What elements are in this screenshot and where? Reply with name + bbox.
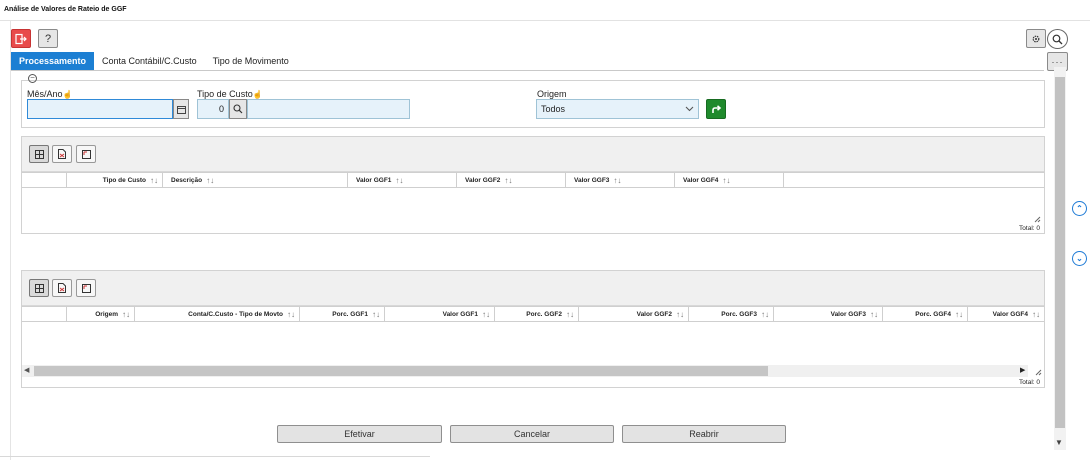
scroll-top-button[interactable]: ⌃: [1072, 201, 1087, 216]
tab-conta-contabil[interactable]: Conta Contábil/C.Custo: [94, 52, 205, 70]
column-header[interactable]: Valor GGF1 ↑↓: [348, 173, 457, 187]
expand-icon: [81, 283, 91, 293]
sort-icon[interactable]: ↑↓: [870, 310, 878, 319]
grid-1-total: Total: 0: [1019, 225, 1040, 232]
scroll-bottom-button[interactable]: ⌄: [1072, 251, 1087, 266]
bottom-divider: [0, 456, 430, 457]
origem-selected-value: Todos: [541, 104, 566, 114]
resize-handle-icon[interactable]: [1035, 369, 1042, 376]
export-button[interactable]: [52, 145, 72, 163]
grid-view-button[interactable]: [29, 145, 49, 163]
file-export-icon: [58, 283, 66, 293]
column-header[interactable]: Porc. GGF4 ↑↓: [883, 307, 968, 321]
pointer-icon: ☝: [62, 90, 73, 99]
sort-icon[interactable]: ↑↓: [722, 176, 730, 185]
chevron-down-icon: [685, 106, 694, 112]
column-header[interactable]: Porc. GGF3 ↑↓: [689, 307, 774, 321]
grid-2-scroll-thumb[interactable]: [34, 366, 768, 376]
column-header[interactable]: Origem ↑↓: [67, 307, 135, 321]
window-title: Análise de Valores de Rateio de GGF: [4, 6, 127, 13]
expand-icon: [81, 149, 91, 159]
forward-arrow-icon: [711, 104, 721, 113]
scroll-down-icon[interactable]: ▼: [1055, 438, 1063, 447]
global-search-button[interactable]: [1047, 29, 1068, 49]
expand-button[interactable]: [76, 279, 96, 297]
grid-header-select: [22, 173, 67, 187]
tab-processamento[interactable]: Processamento: [11, 52, 95, 70]
tipo-custo-description: [247, 99, 410, 119]
sort-icon[interactable]: ↑↓: [395, 176, 403, 185]
cancelar-button[interactable]: Cancelar: [450, 425, 614, 443]
grid-2-toolbar: [22, 271, 1044, 306]
sort-icon[interactable]: ↑↓: [761, 310, 769, 319]
expand-button[interactable]: [76, 145, 96, 163]
sort-icon[interactable]: ↑↓: [566, 310, 574, 319]
execute-button[interactable]: [706, 99, 726, 119]
resize-handle-icon[interactable]: [1034, 216, 1041, 223]
search-icon: [233, 104, 243, 114]
column-header[interactable]: Descrição ↑↓: [163, 173, 348, 187]
sort-icon[interactable]: ↑↓: [955, 310, 963, 319]
tipo-custo-input[interactable]: 0: [197, 99, 229, 119]
mes-ano-input[interactable]: [27, 99, 173, 119]
reabrir-button[interactable]: Reabrir: [622, 425, 786, 443]
calendar-icon: [176, 105, 186, 114]
exit-icon: [15, 33, 27, 44]
sort-icon[interactable]: ↑↓: [613, 176, 621, 185]
sort-icon[interactable]: ↑↓: [150, 176, 158, 185]
table-icon: [34, 149, 44, 159]
column-header[interactable]: Valor GGF2 ↑↓: [457, 173, 566, 187]
page-scroll-thumb[interactable]: [1055, 77, 1065, 428]
help-button[interactable]: ?: [38, 29, 58, 48]
mes-ano-label: Mês/Ano☝: [27, 89, 73, 99]
sort-icon[interactable]: ↑↓: [482, 310, 490, 319]
grid-1-toolbar: [22, 137, 1044, 172]
tipo-custo-search-button[interactable]: [229, 99, 247, 119]
grid-1-header: Tipo de Custo ↑↓ Descrição ↑↓ Valor GGF1 ↑↓…: [22, 172, 1044, 188]
collapse-icon[interactable]: −: [28, 74, 37, 83]
column-header[interactable]: Valor GGF2 ↑↓: [579, 307, 689, 321]
pointer-icon: ☝: [252, 90, 263, 99]
sort-icon[interactable]: ↑↓: [1032, 310, 1040, 319]
calendar-button[interactable]: [173, 99, 189, 119]
origem-select[interactable]: Todos: [536, 99, 699, 119]
column-header[interactable]: Valor GGF4 ↑↓: [675, 173, 784, 187]
column-header[interactable]: Valor GGF3 ↑↓: [774, 307, 883, 321]
grid-header-select: [22, 307, 67, 321]
sort-icon[interactable]: ↑↓: [122, 310, 130, 319]
settings-button[interactable]: [1026, 29, 1046, 48]
column-header[interactable]: Porc. GGF1 ↑↓: [300, 307, 385, 321]
column-header[interactable]: Valor GGF4 ↑↓: [968, 307, 1044, 321]
sort-icon[interactable]: ↑↓: [504, 176, 512, 185]
grid-1-panel: Tipo de Custo ↑↓ Descrição ↑↓ Valor GGF1 ↑↓…: [21, 136, 1045, 234]
scroll-right-icon[interactable]: ▶: [1020, 366, 1025, 374]
grid-2-header: Origem ↑↓ Conta/C.Custo - Tipo de Movto ↑↓…: [22, 306, 1044, 322]
gear-icon: [1032, 35, 1040, 42]
tab-tipo-movimento[interactable]: Tipo de Movimento: [205, 52, 297, 70]
column-header[interactable]: Valor GGF3 ↑↓: [566, 173, 675, 187]
sort-icon[interactable]: ↑↓: [676, 310, 684, 319]
table-icon: [34, 283, 44, 293]
sort-icon[interactable]: ↑↓: [287, 310, 295, 319]
exit-button[interactable]: [11, 29, 31, 48]
export-button[interactable]: [52, 279, 72, 297]
column-header[interactable]: Porc. GGF2 ↑↓: [495, 307, 579, 321]
sort-icon[interactable]: ↑↓: [372, 310, 380, 319]
column-header[interactable]: Valor GGF1 ↑↓: [385, 307, 495, 321]
tipo-custo-label: Tipo de Custo☝: [197, 89, 263, 99]
efetivar-button[interactable]: Efetivar: [277, 425, 442, 443]
column-header[interactable]: Conta/C.Custo - Tipo de Movto ↑↓: [135, 307, 300, 321]
grid-2-total: Total: 0: [1019, 379, 1040, 386]
scroll-left-icon[interactable]: ◀: [24, 366, 29, 374]
search-icon: [1052, 34, 1063, 44]
column-header[interactable]: Tipo de Custo ↑↓: [67, 173, 163, 187]
grid-view-button[interactable]: [29, 279, 49, 297]
origem-label: Origem: [537, 89, 567, 99]
file-export-icon: [58, 149, 66, 159]
sort-icon[interactable]: ↑↓: [206, 176, 214, 185]
tab-divider: [11, 70, 1044, 71]
tab-bar: Processamento Conta Contábil/C.Custo Tip…: [11, 52, 297, 70]
